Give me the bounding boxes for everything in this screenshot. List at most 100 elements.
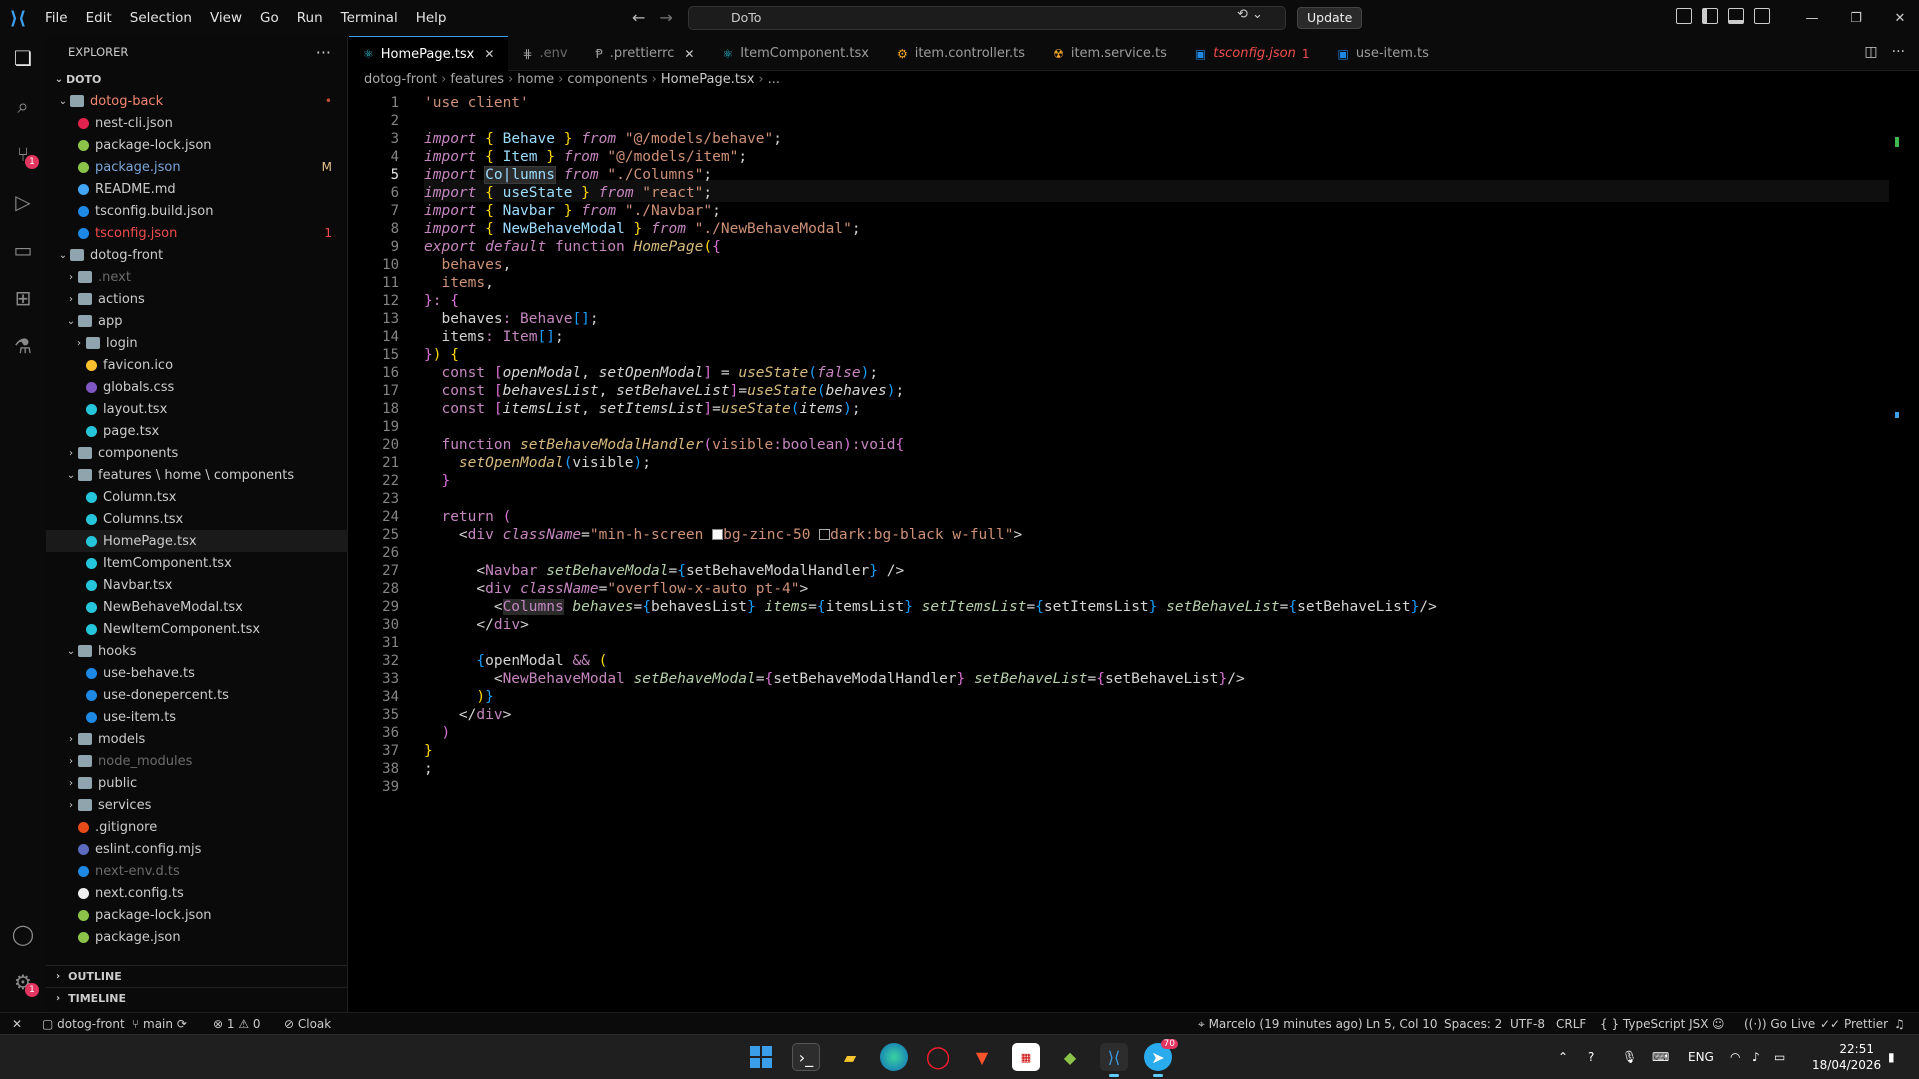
edge-browser-icon[interactable] (880, 1043, 908, 1071)
update-button[interactable]: Update (1297, 7, 1363, 29)
close-tab-icon[interactable]: ✕ (684, 47, 694, 61)
folder-item[interactable]: › .next (46, 266, 348, 288)
file-item[interactable]: use-item.ts (46, 706, 348, 728)
menu-selection[interactable]: Selection (121, 0, 201, 36)
file-item[interactable]: globals.css (46, 376, 348, 398)
language-indicator[interactable]: ENG (1688, 1035, 1714, 1079)
git-blame[interactable]: ⌖ Marcelo (19 minutes ago) (1198, 1013, 1363, 1035)
breadcrumb-item[interactable]: home (517, 72, 554, 90)
file-explorer-app-icon[interactable]: ▰ (836, 1043, 864, 1071)
file-item[interactable]: use-donepercent.ts (46, 684, 348, 706)
file-item[interactable]: package.json M (46, 156, 348, 178)
timeline-section[interactable]: › TIMELINE (46, 987, 348, 1009)
prettier-status[interactable]: ✓✓ Prettier (1820, 1013, 1888, 1035)
file-item[interactable]: Navbar.tsx (46, 574, 348, 596)
toggle-secondary-sidebar-icon[interactable] (1754, 8, 1770, 24)
folder-item[interactable]: › public (46, 772, 348, 794)
calendar-app-icon[interactable]: ▦ (1012, 1043, 1040, 1071)
editor-tab[interactable]: ▣ use-item.ts (1323, 36, 1442, 71)
encoding[interactable]: UTF-8 (1510, 1013, 1545, 1035)
code-editor[interactable]: 1 2 3 4 5 6 7 8 9 10 11 12 13 14 15 16 17 18 19 20 21 22 23 24 2… (349, 92, 1899, 956)
explorer-icon[interactable]: ❏ (11, 46, 35, 70)
end-of-line[interactable]: CRLF (1556, 1013, 1586, 1035)
command-center-search[interactable]: DoTo (688, 6, 1286, 30)
folder-item[interactable]: ⌄ hooks (46, 640, 348, 662)
more-actions-icon[interactable]: ··· (316, 43, 331, 62)
file-item[interactable]: package-lock.json (46, 904, 348, 926)
vscode-taskbar-icon[interactable]: ⟩⟨ (1100, 1043, 1128, 1077)
editor-tab[interactable]: ⚛ ItemComponent.tsx (708, 36, 883, 71)
minimize-icon[interactable]: — (1790, 0, 1834, 36)
extensions-icon[interactable]: ⊞ (11, 286, 35, 310)
telegram-app-icon[interactable]: ➤ 70 (1144, 1039, 1178, 1077)
go-live-button[interactable]: ((·)) Go Live (1744, 1013, 1815, 1035)
cloak-toggle[interactable]: ⊘ Cloak (284, 1013, 331, 1035)
file-item[interactable]: page.tsx (46, 420, 348, 442)
close-tab-icon[interactable]: ✕ (484, 47, 494, 61)
menu-view[interactable]: View (201, 0, 251, 36)
workspace-root[interactable]: ⌄ DOTO (46, 68, 348, 90)
folder-item[interactable]: › actions (46, 288, 348, 310)
menu-file[interactable]: File (36, 0, 77, 36)
file-item[interactable]: layout.tsx (46, 398, 348, 420)
menu-run[interactable]: Run (288, 0, 332, 36)
editor-tab[interactable]: ⚙ item.controller.ts (883, 36, 1039, 71)
folder-item[interactable]: › node_modules (46, 750, 348, 772)
repo-folder[interactable]: ▢ dotog-front (42, 1013, 125, 1035)
back-arrow-icon[interactable]: ← (632, 8, 645, 27)
folder-item[interactable]: › models (46, 728, 348, 750)
account-icon[interactable]: ◯ (11, 922, 35, 946)
system-clock[interactable]: 22:51 18/04/2026 (1812, 1041, 1881, 1073)
file-item[interactable]: ItemComponent.tsx (46, 552, 348, 574)
outline-section[interactable]: › OUTLINE (46, 965, 348, 987)
copilot-chat-icon[interactable]: ⟲ ⌄ (1237, 7, 1263, 22)
breadcrumb-item[interactable]: dotog-front (364, 72, 437, 90)
indentation[interactable]: Spaces: 2 (1444, 1013, 1502, 1035)
volume-icon[interactable]: ♪ (1752, 1035, 1760, 1079)
file-item[interactable]: NewBehaveModal.tsx (46, 596, 348, 618)
notifications-bell-icon[interactable]: ♫ (1894, 1013, 1905, 1035)
folder-item[interactable]: ⌄ dotog-back • (46, 90, 348, 112)
testing-icon[interactable]: ⚗ (11, 334, 35, 358)
file-item[interactable]: HomePage.tsx (46, 530, 348, 552)
branch-indicator[interactable]: ⑂ main ⟳ (132, 1013, 187, 1035)
breadcrumb-item[interactable]: ... (768, 72, 780, 90)
folder-item[interactable]: ⌄ features \ home \ components (46, 464, 348, 486)
show-hidden-icons-icon[interactable]: ⌃ (1558, 1035, 1568, 1079)
menu-edit[interactable]: Edit (77, 0, 121, 36)
file-item[interactable]: package-lock.json (46, 134, 348, 156)
notification-center-icon[interactable]: ▮ (1888, 1035, 1895, 1079)
remote-indicator-icon[interactable]: ✕ (12, 1013, 22, 1035)
editor-tab[interactable]: Ᵽ .prettierrc ✕ (582, 36, 709, 71)
menu-terminal[interactable]: Terminal (332, 0, 407, 36)
file-item[interactable]: Columns.tsx (46, 508, 348, 530)
source-control-icon[interactable]: ⑂ 1 (11, 142, 39, 169)
file-item[interactable]: tsconfig.build.json (46, 200, 348, 222)
file-item[interactable]: favicon.ico (46, 354, 348, 376)
breadcrumb-item[interactable]: features (450, 72, 504, 90)
folder-item[interactable]: › services (46, 794, 348, 816)
close-window-icon[interactable]: ✕ (1878, 0, 1919, 36)
brave-browser-icon[interactable]: ▼ (968, 1043, 996, 1071)
run-debug-icon[interactable]: ▷ (11, 190, 35, 214)
editor-tab[interactable]: ▣ tsconfig.json 1 (1181, 36, 1324, 71)
terminal-app-icon[interactable]: ›_ (792, 1043, 820, 1071)
search-icon[interactable]: ⌕ (11, 94, 35, 118)
problems-indicator[interactable]: ⊗ 1 ⚠ 0 (213, 1013, 261, 1035)
app-icon[interactable]: ◆ (1056, 1043, 1084, 1071)
folder-item[interactable]: ⌄ dotog-front (46, 244, 348, 266)
file-item[interactable]: README.md (46, 178, 348, 200)
more-actions-icon[interactable]: ··· (1892, 44, 1905, 60)
remote-explorer-icon[interactable]: ▭ (11, 238, 35, 262)
editor-tab[interactable]: ⋕ .env (508, 36, 581, 71)
restore-icon[interactable]: ❐ (1834, 0, 1878, 36)
wifi-icon[interactable]: ◠ (1730, 1035, 1740, 1079)
breadcrumb-item[interactable]: components (567, 72, 647, 90)
file-item[interactable]: next-env.d.ts (46, 860, 348, 882)
language-mode[interactable]: { } TypeScript JSX (1600, 1013, 1708, 1035)
copilot-icon[interactable]: ☺ (1712, 1013, 1725, 1035)
toggle-panel-icon[interactable] (1728, 8, 1744, 24)
file-item[interactable]: .gitignore (46, 816, 348, 838)
toggle-primary-sidebar-icon[interactable] (1702, 8, 1718, 24)
file-item[interactable]: eslint.config.mjs (46, 838, 348, 860)
